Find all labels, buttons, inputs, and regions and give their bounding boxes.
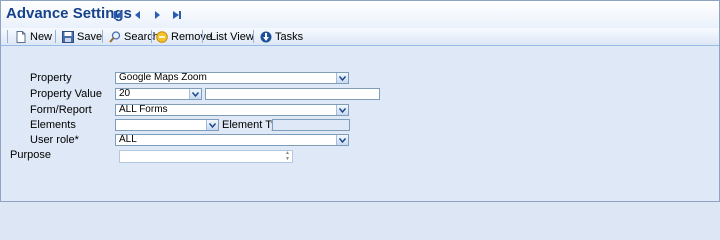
user-role-label: User role*: [30, 134, 79, 146]
chevron-down-icon[interactable]: [189, 89, 201, 99]
property-dropdown[interactable]: Google Maps Zoom: [115, 72, 349, 84]
property-dropdown-value: Google Maps Zoom: [119, 72, 207, 83]
property-value-dropdown-value: 20: [119, 88, 131, 99]
toolbar-divider: [253, 30, 254, 43]
next-record-icon: [155, 11, 160, 19]
form-report-dropdown[interactable]: ALL Forms: [115, 104, 349, 116]
first-record-icon: [114, 11, 122, 19]
last-record-button[interactable]: [170, 9, 184, 21]
title-bar: Advance Settings: [1, 1, 719, 29]
property-value-dropdown[interactable]: 20: [115, 88, 202, 100]
advance-settings-window: Advance Settings New Save Search Remove …: [0, 0, 720, 202]
elements-dropdown[interactable]: [115, 119, 219, 131]
chevron-down-icon[interactable]: [336, 105, 348, 115]
remove-button-label: Remove: [171, 30, 212, 43]
list-view-button[interactable]: List View: [210, 29, 254, 44]
chevron-down-icon[interactable]: [336, 135, 348, 145]
last-record-icon: [173, 11, 181, 19]
save-button-label: Save: [77, 30, 103, 43]
toolbar: New Save Search Remove List View Tasks: [1, 28, 719, 46]
purpose-label: Purpose: [10, 149, 51, 161]
next-record-button[interactable]: [150, 9, 164, 21]
previous-record-icon: [135, 11, 140, 19]
list-view-button-label: List View: [210, 30, 254, 43]
remove-button[interactable]: Remove: [155, 29, 212, 44]
settings-form: Property Google Maps Zoom Property Value…: [1, 46, 719, 201]
previous-record-button[interactable]: [131, 9, 145, 21]
toolbar-divider: [202, 30, 203, 43]
remove-icon: [155, 30, 168, 43]
tasks-button-label: Tasks: [275, 30, 304, 43]
elements-label: Elements: [30, 119, 76, 131]
toolbar-divider: [7, 30, 8, 43]
form-report-dropdown-value: ALL Forms: [119, 104, 168, 115]
new-button-label: New: [30, 30, 53, 43]
search-icon: [108, 30, 121, 43]
first-record-button[interactable]: [111, 9, 125, 21]
tasks-icon: [259, 30, 272, 43]
new-button[interactable]: New: [14, 29, 52, 44]
toolbar-divider: [151, 30, 152, 43]
purpose-textarea[interactable]: ▲ ▼: [119, 150, 293, 163]
property-value-label: Property Value: [30, 88, 102, 100]
property-label: Property: [30, 72, 72, 84]
tasks-button[interactable]: Tasks: [259, 29, 303, 44]
form-report-label: Form/Report: [30, 104, 92, 116]
chevron-down-icon[interactable]: [336, 73, 348, 83]
element-type-field: [272, 119, 350, 131]
toolbar-divider: [102, 30, 103, 43]
textarea-scroll-arrows[interactable]: ▲ ▼: [283, 151, 292, 162]
scroll-down-icon[interactable]: ▼: [285, 157, 290, 162]
search-button-label: Search: [124, 30, 159, 43]
save-button[interactable]: Save: [61, 29, 102, 44]
user-role-dropdown-value: ALL: [119, 134, 137, 145]
chevron-down-icon[interactable]: [206, 120, 218, 130]
new-document-icon: [14, 30, 27, 43]
user-role-dropdown[interactable]: ALL: [115, 134, 349, 146]
property-value-text-input[interactable]: [205, 88, 380, 100]
toolbar-divider: [55, 30, 56, 43]
save-icon: [61, 30, 74, 43]
